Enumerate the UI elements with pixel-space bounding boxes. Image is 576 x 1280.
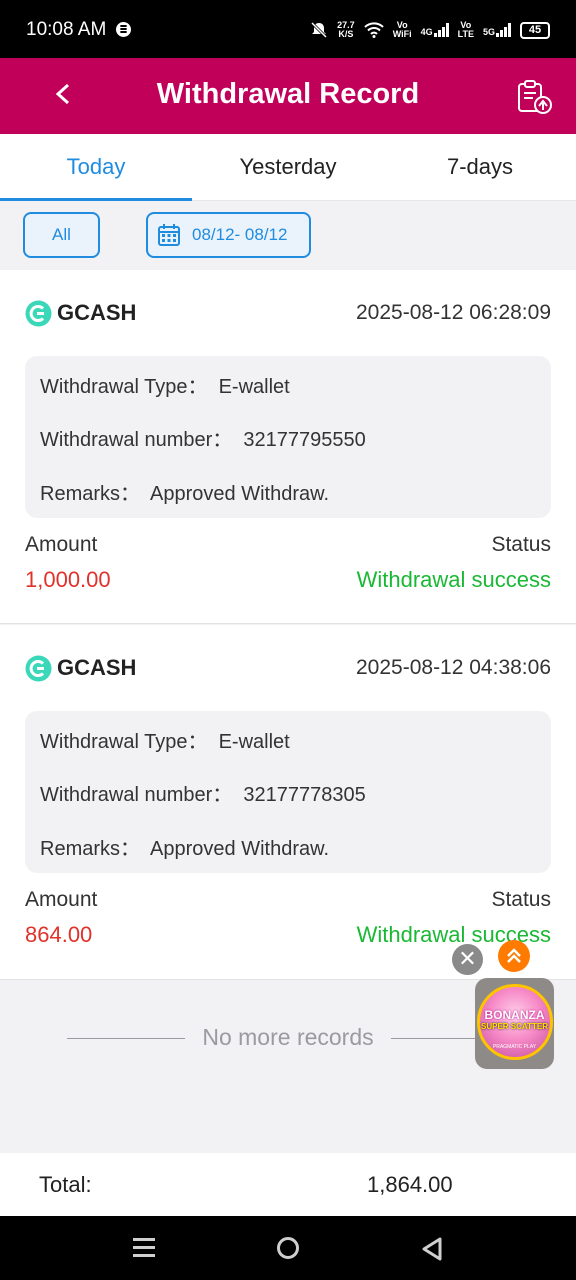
close-ad-button[interactable]: ✕ — [452, 944, 483, 975]
status-label: Status — [491, 888, 551, 911]
tab-7-days[interactable]: 7-days — [384, 134, 576, 200]
app-header: Withdrawal Record — [0, 58, 576, 134]
net-speed: 27.7 K/S — [337, 20, 355, 39]
total-bar: Total: 1,864.00 — [0, 1153, 576, 1216]
clipboard-upload-icon[interactable] — [516, 78, 554, 116]
signal-bars-icon — [433, 23, 449, 37]
record-card: GCASH 2025-08-12 04:38:06 Withdrawal Typ… — [0, 625, 576, 980]
signal-5g: 5G — [483, 23, 511, 37]
amount-value: 864.00 — [25, 922, 93, 947]
wifi-icon — [364, 22, 384, 38]
game-ad-banner[interactable]: BONANZA SUPER SCATTER PRAGMATIC PLAY — [475, 978, 554, 1069]
amount-label: Amount — [25, 533, 98, 556]
withdrawal-number: Withdrawal number： 32177795550 — [40, 429, 366, 451]
home-icon[interactable] — [277, 1237, 299, 1259]
record-header: GCASH 2025-08-12 06:28:09 — [25, 298, 551, 328]
record-details: Withdrawal Type： E-wallet Withdrawal num… — [25, 711, 551, 873]
status-bar: 10:08 AM 27.7 K/S Vo WiFi 4G Vo LTE 5G 4… — [0, 0, 576, 58]
filter-bar: All 08/12- 08/12 — [0, 201, 576, 270]
tab-today[interactable]: Today — [0, 134, 192, 201]
scroll-to-top-button[interactable] — [498, 940, 530, 972]
date-range-button[interactable]: 08/12- 08/12 — [146, 212, 311, 258]
tab-yesterday[interactable]: Yesterday — [192, 134, 384, 200]
calendar-icon — [158, 224, 180, 246]
message-icon — [116, 22, 131, 37]
withdrawal-type: Withdrawal Type： E-wallet — [40, 376, 290, 398]
mute-notifications-icon — [311, 21, 328, 39]
gcash-logo-icon — [25, 300, 52, 327]
payment-method: GCASH — [57, 300, 137, 325]
game-title: BONANZA — [484, 1008, 545, 1022]
volte-indicator: Vo LTE — [457, 20, 474, 39]
withdrawal-number: Withdrawal number： 32177778305 — [40, 784, 366, 806]
game-brand: PRAGMATIC PLAY — [492, 1044, 537, 1050]
record-header: GCASH 2025-08-12 04:38:06 — [25, 653, 551, 683]
status-icons: 27.7 K/S Vo WiFi 4G Vo LTE 5G 45 — [310, 18, 550, 42]
vowifi-indicator: Vo WiFi — [392, 20, 412, 39]
recent-apps-icon[interactable] — [133, 1238, 155, 1258]
total-label: Total: — [39, 1172, 92, 1197]
total-value: 1,864.00 — [367, 1172, 453, 1197]
signal-4g: 4G — [421, 23, 449, 37]
status-value: Withdrawal success — [356, 567, 551, 592]
game-subtitle: SUPER SCATTER — [481, 1022, 548, 1031]
day-tabs: Today Yesterday 7-days — [0, 134, 576, 201]
gcash-logo-icon — [25, 655, 52, 682]
battery-icon: 45 — [520, 21, 550, 39]
record-card: GCASH 2025-08-12 06:28:09 Withdrawal Typ… — [0, 270, 576, 624]
status-time: 10:08 AM — [26, 19, 107, 40]
date-range-label: 08/12- 08/12 — [192, 225, 288, 244]
remarks: Remarks： Approved Withdraw. — [40, 483, 329, 505]
payment-method: GCASH — [57, 655, 137, 680]
record-datetime: 2025-08-12 06:28:09 — [356, 301, 551, 324]
double-chevron-up-icon — [507, 948, 521, 963]
page-title: Withdrawal Record — [156, 78, 420, 110]
remarks: Remarks： Approved Withdraw. — [40, 838, 329, 860]
status-label: Status — [491, 533, 551, 556]
record-details: Withdrawal Type： E-wallet Withdrawal num… — [25, 356, 551, 518]
all-filter-button[interactable]: All — [23, 212, 100, 258]
amount-label: Amount — [25, 888, 98, 911]
amount-value: 1,000.00 — [25, 567, 111, 592]
nav-back-icon[interactable] — [421, 1237, 443, 1261]
withdrawal-type: Withdrawal Type： E-wallet — [40, 731, 290, 753]
record-datetime: 2025-08-12 04:38:06 — [356, 656, 551, 679]
signal-bars-icon — [496, 23, 511, 37]
system-nav-bar — [0, 1216, 576, 1280]
